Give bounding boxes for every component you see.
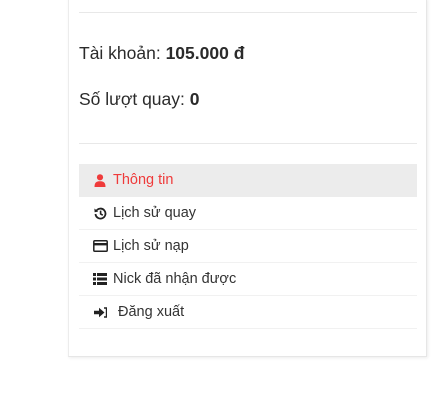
- middle-divider: [79, 143, 417, 144]
- balance-label: Tài khoản:: [79, 43, 166, 63]
- menu-item-label: Thông tin: [113, 172, 174, 188]
- list-icon: [92, 271, 108, 287]
- menu-item-label: Lịch sử nạp: [113, 238, 189, 254]
- menu-item-label: Đăng xuất: [118, 304, 185, 320]
- menu-item-label: Lịch sử quay: [113, 205, 197, 221]
- user-icon: [92, 172, 108, 188]
- account-balance: Tài khoản: 105.000 đ: [79, 43, 244, 64]
- menu-item-label: Nick đã nhận được: [113, 271, 237, 287]
- credit-card-icon: [92, 238, 108, 254]
- top-divider: [79, 12, 417, 13]
- spin-count: Số lượt quay: 0: [79, 89, 199, 110]
- balance-value: 105.000 đ: [165, 43, 245, 63]
- menu-item-received-nicks[interactable]: Nick đã nhận được: [79, 263, 417, 296]
- menu-item-logout[interactable]: Đăng xuất: [79, 296, 417, 329]
- history-icon: [92, 205, 108, 221]
- menu-item-spin-history[interactable]: Lịch sử quay: [79, 197, 417, 230]
- account-panel: Tài khoản: 105.000 đ Số lượt quay: 0 Thô…: [68, 0, 427, 357]
- menu-item-topup-history[interactable]: Lịch sử nạp: [79, 230, 417, 263]
- sign-out-icon: [92, 304, 108, 320]
- account-menu: Thông tin Lịch sử quay Lịch sử nạp Nick …: [79, 164, 417, 329]
- spins-value: 0: [189, 89, 200, 109]
- menu-item-info[interactable]: Thông tin: [79, 164, 417, 197]
- spins-label: Số lượt quay:: [79, 89, 190, 109]
